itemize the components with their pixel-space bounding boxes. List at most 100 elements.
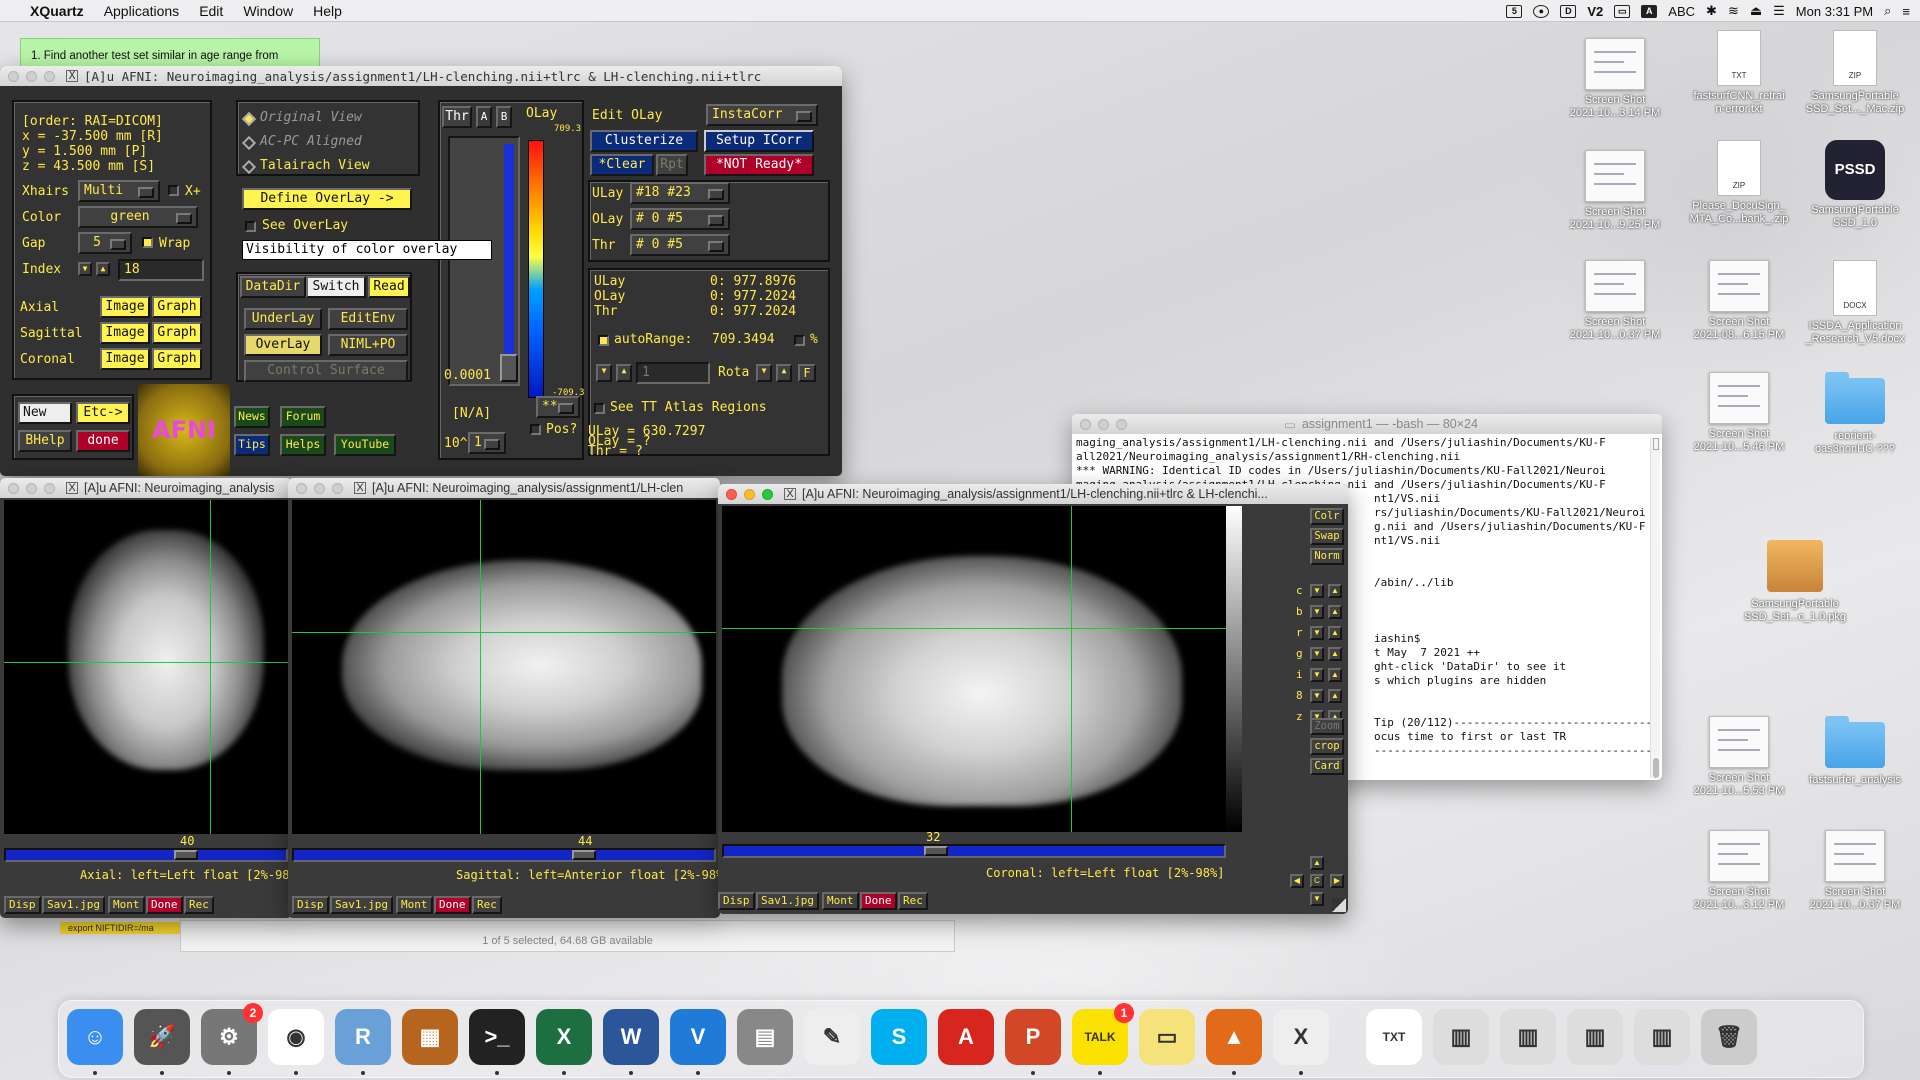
- overlay-button[interactable]: OverLay: [244, 334, 322, 356]
- adjust-up-icon[interactable]: ▲: [1328, 626, 1342, 640]
- sagittal-done-button[interactable]: Done: [434, 896, 471, 914]
- menu-help[interactable]: Help: [303, 3, 352, 19]
- sticky-note[interactable]: 1. Find another test set similar in age …: [20, 38, 320, 68]
- coronal-slice-slider[interactable]: [722, 844, 1226, 858]
- see-overlay-label[interactable]: See OverLay: [262, 218, 348, 233]
- adjust-up-icon[interactable]: ▲: [1328, 668, 1342, 682]
- order-label[interactable]: [order: RAI=DICOM]: [22, 114, 163, 129]
- dock-skype-icon[interactable]: S: [871, 1009, 927, 1065]
- rota-field[interactable]: 1: [636, 362, 710, 384]
- eject-icon[interactable]: ⏏: [1750, 3, 1762, 19]
- done-button[interactable]: done: [76, 430, 130, 452]
- status-icon-recorder[interactable]: ●: [1533, 4, 1550, 18]
- zoom-icon[interactable]: [44, 482, 55, 494]
- sagittal-slice-slider[interactable]: [292, 848, 716, 862]
- zoom-icon[interactable]: [44, 70, 55, 82]
- threshold-knob[interactable]: [500, 354, 518, 382]
- desktop-item[interactable]: ZIP SamsungPortable SSD_Set..._Mac.zip: [1800, 30, 1910, 116]
- zoom-icon[interactable]: [1116, 418, 1127, 430]
- dock-powerpoint-icon[interactable]: P: [1005, 1009, 1061, 1075]
- scroll-thumb[interactable]: [1653, 758, 1659, 778]
- close-icon[interactable]: [296, 482, 307, 494]
- coronal-titlebar[interactable]: X [A]u AFNI: Neuroimaging_analysis/assig…: [718, 484, 1348, 504]
- coronal-window[interactable]: X [A]u AFNI: Neuroimaging_analysis/assig…: [718, 484, 1348, 914]
- sagittal-save-button[interactable]: Sav1.jpg: [330, 896, 393, 914]
- desktop-item[interactable]: fastsurfer_analysis: [1800, 716, 1910, 787]
- clusterize-button[interactable]: Clusterize: [590, 130, 698, 152]
- zoom-icon[interactable]: [332, 482, 343, 494]
- status-icon-5[interactable]: 5: [1506, 4, 1523, 18]
- switch-button[interactable]: Switch: [306, 276, 366, 298]
- zoom-icon[interactable]: [762, 488, 773, 500]
- see-tt-label[interactable]: See TT Atlas Regions: [610, 400, 767, 415]
- control-center-icon[interactable]: ☰: [1773, 3, 1785, 19]
- rota-label[interactable]: Rota: [718, 365, 749, 380]
- acpc-view-label[interactable]: AC-PC Aligned: [260, 134, 362, 149]
- niml-button[interactable]: NIML+PO: [328, 334, 408, 356]
- axial-image-button[interactable]: Image: [100, 296, 150, 318]
- thr-b-button[interactable]: B: [496, 106, 512, 128]
- helps-button[interactable]: Helps: [280, 434, 326, 456]
- underlay-button[interactable]: UnderLay: [244, 308, 322, 330]
- norm-button[interactable]: Norm: [1310, 548, 1344, 565]
- menu-window[interactable]: Window: [233, 3, 303, 19]
- dock-calculator-icon[interactable]: ▦: [402, 1009, 458, 1065]
- dock-system-preferences-icon[interactable]: ⚙ 2: [201, 1003, 263, 1075]
- minimize-icon[interactable]: [744, 488, 755, 500]
- dock-screens-icon[interactable]: ▥: [1634, 1009, 1690, 1065]
- desktop-item[interactable]: TXT fastsurfCNN_retrai n-error.txt: [1684, 30, 1794, 116]
- dock-matlab-icon[interactable]: ▲: [1206, 1009, 1262, 1075]
- rota-down-icon[interactable]: ▼: [596, 364, 612, 382]
- not-ready-button[interactable]: *NOT Ready*: [704, 154, 814, 176]
- axial-done-button[interactable]: Done: [146, 896, 183, 914]
- terminal-titlebar[interactable]: ▭ assignment1 — -bash — 80×24: [1072, 414, 1662, 434]
- dock-vs-code-icon[interactable]: V: [670, 1009, 726, 1075]
- index-field[interactable]: 18: [118, 259, 204, 281]
- dock-xquartz-icon[interactable]: X: [1273, 1009, 1329, 1075]
- pan-down-icon[interactable]: ▼: [1310, 892, 1324, 906]
- bhelp-button[interactable]: BHelp: [18, 430, 72, 452]
- axial-slice-slider[interactable]: [4, 848, 288, 862]
- thr-button[interactable]: Thr: [442, 106, 472, 128]
- coronal-slice-knob[interactable]: [924, 846, 948, 856]
- f-button[interactable]: F: [798, 364, 816, 382]
- desktop-item[interactable]: Screen Shot 2021-10...3.14 PM: [1560, 38, 1670, 120]
- crop-button[interactable]: crop: [1310, 738, 1344, 755]
- pos-checkbox[interactable]: [530, 424, 541, 435]
- original-view-label[interactable]: Original View: [260, 110, 362, 125]
- clock[interactable]: Mon 3:31 PM: [1796, 4, 1873, 19]
- autorange-checkbox[interactable]: [598, 335, 609, 346]
- color-dropdown[interactable]: green: [78, 206, 198, 228]
- dock-finder-icon[interactable]: ☺: [67, 1009, 123, 1075]
- axial-rec-button[interactable]: Rec: [184, 896, 214, 914]
- coronal-mont-button[interactable]: Mont: [822, 892, 859, 910]
- define-overlay-button[interactable]: Define OverLay ->: [242, 188, 412, 210]
- datadir-button[interactable]: DataDir: [240, 276, 306, 298]
- color-scale[interactable]: [528, 140, 544, 398]
- dock-preview-icon[interactable]: ▤: [737, 1009, 793, 1065]
- desktop-item[interactable]: Screen Shot 2021-08...6.15 PM: [1684, 260, 1794, 342]
- adjust-up-icon[interactable]: ▲: [1328, 584, 1342, 598]
- threshold-slider[interactable]: [448, 136, 520, 386]
- control-surface-button[interactable]: Control Surface: [244, 360, 408, 382]
- pow-dropdown[interactable]: 1: [468, 432, 506, 454]
- desktop-item[interactable]: reorient- oas3nonHC-???: [1800, 372, 1910, 456]
- menu-edit[interactable]: Edit: [189, 3, 233, 19]
- wrap-checkbox[interactable]: [142, 237, 153, 248]
- sagittal-slice-knob[interactable]: [572, 850, 596, 860]
- pan-left-icon[interactable]: ◀: [1290, 874, 1304, 888]
- adjust-down-icon[interactable]: ▼: [1310, 605, 1324, 619]
- adjust-up-icon[interactable]: ▲: [1328, 605, 1342, 619]
- close-icon[interactable]: [1080, 418, 1091, 430]
- axial-disp-button[interactable]: Disp: [4, 896, 41, 914]
- afni-logo[interactable]: AFNI: [138, 384, 230, 476]
- dock-launchpad-icon[interactable]: 🚀: [134, 1009, 190, 1075]
- sagittal-graph-button[interactable]: Graph: [152, 322, 202, 344]
- y-coord[interactable]: y = 1.500 mm [P]: [22, 144, 147, 159]
- star-dropdown[interactable]: **: [536, 396, 580, 418]
- resize-handle-icon[interactable]: [1332, 898, 1346, 912]
- olay-sub-dropdown[interactable]: # 0 #5: [630, 208, 730, 230]
- dock-r-icon[interactable]: R: [335, 1009, 391, 1075]
- menu-applications[interactable]: Applications: [94, 3, 190, 19]
- dock-kakaotalk-icon[interactable]: TALK 1: [1072, 1003, 1134, 1075]
